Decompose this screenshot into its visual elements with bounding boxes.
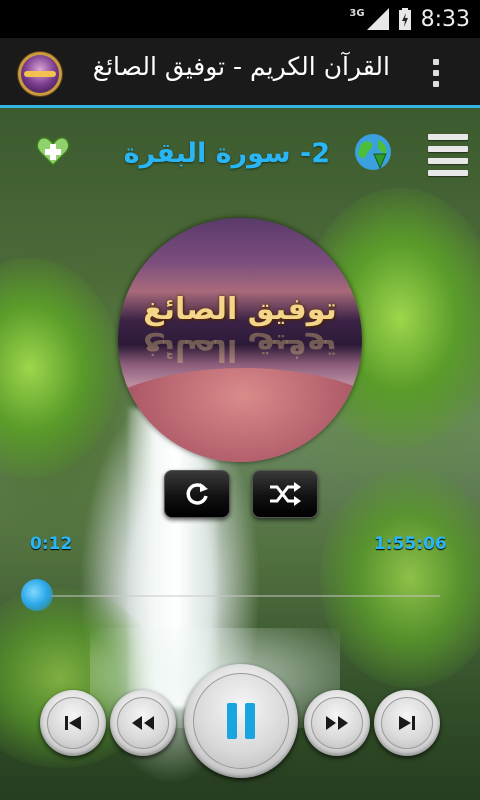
- shuffle-button[interactable]: [252, 470, 318, 518]
- pause-icon: [227, 703, 255, 739]
- skip-previous-icon: [65, 716, 81, 730]
- add-favorite-icon[interactable]: [36, 134, 70, 168]
- surah-title: 2- سورة البقرة: [123, 138, 330, 169]
- action-bar: القرآن الكريم - توفيق الصائغ: [0, 38, 480, 108]
- total-duration: 1:55:06: [374, 534, 447, 554]
- shuffle-icon: [270, 482, 301, 506]
- repeat-icon: [186, 483, 208, 505]
- download-globe-icon[interactable]: [352, 132, 394, 174]
- skip-next-icon: [399, 716, 415, 730]
- elapsed-time: 0:12: [30, 534, 73, 554]
- clock: 8:33: [420, 6, 470, 32]
- fast-forward-icon: [326, 716, 348, 730]
- previous-track-button[interactable]: [40, 690, 106, 756]
- rewind-button[interactable]: [110, 690, 176, 756]
- reciter-name: توفيق الصائغ: [143, 292, 337, 327]
- next-track-button[interactable]: [374, 690, 440, 756]
- signal-icon: [366, 8, 389, 30]
- seek-bar[interactable]: [20, 579, 440, 611]
- app-logo-icon[interactable]: [18, 52, 62, 96]
- reciter-artwork: توفيق الصائغ توفيق الصائغ: [118, 218, 362, 462]
- reciter-name-reflection: توفيق الصائغ: [143, 332, 337, 367]
- rewind-icon: [132, 716, 154, 730]
- battery-icon: [398, 8, 411, 30]
- network-type: 3G: [349, 7, 365, 19]
- overflow-menu-icon[interactable]: [426, 56, 446, 92]
- status-bar: 3G 8:33: [0, 0, 480, 38]
- seek-thumb[interactable]: [20, 579, 53, 611]
- playlist-menu-icon[interactable]: [428, 134, 468, 176]
- app-title: القرآن الكريم - توفيق الصائغ: [92, 52, 390, 81]
- play-pause-button[interactable]: [184, 664, 298, 778]
- fast-forward-button[interactable]: [304, 690, 370, 756]
- repeat-button[interactable]: [164, 470, 230, 518]
